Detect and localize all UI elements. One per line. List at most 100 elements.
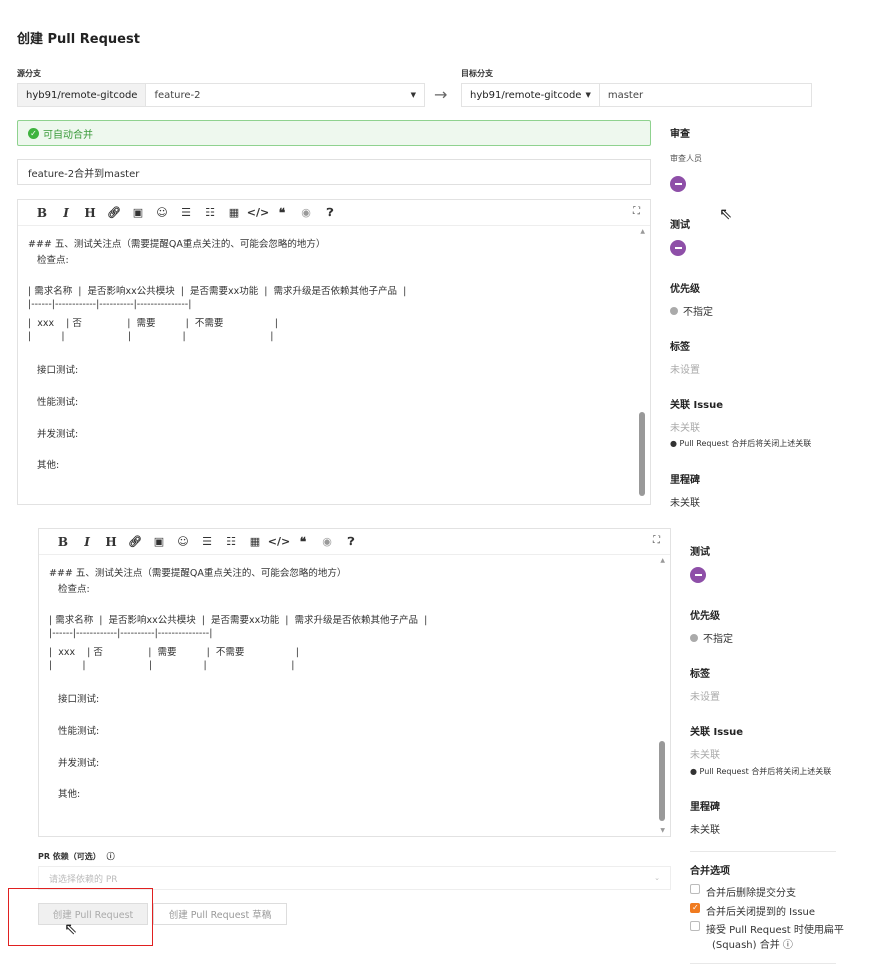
checkbox[interactable] <box>690 884 700 894</box>
link-icon[interactable]: 🔗︎ <box>102 206 126 219</box>
link-icon[interactable]: 🔗︎ <box>123 535 147 548</box>
option-delete-branch[interactable]: 合并后删除提交分支 <box>690 884 796 899</box>
preview-eye-icon[interactable]: ◉ <box>315 535 339 548</box>
editor-content[interactable]: ▲ ▼ ### 五、测试关注点（需要提醒QA重点关注的、可能会忽略的地方） 检查… <box>39 555 670 836</box>
divider <box>690 963 836 964</box>
dependency-label: PR 依赖（可选） ⓘ <box>38 852 115 861</box>
create-draft-button[interactable]: 创建 Pull Request 草稿 <box>153 903 287 925</box>
help-icon[interactable]: ❓︎ <box>339 535 363 549</box>
editor-line: 接口测试: <box>49 694 100 706</box>
ordered-list-icon[interactable]: ☷ <box>219 535 243 548</box>
priority-dot-icon <box>670 306 678 315</box>
editor-line: |------|------------|----------|--------… <box>49 628 213 640</box>
scroll-up-arrow[interactable]: ▲ <box>660 557 665 564</box>
code-icon[interactable]: </> <box>246 206 270 219</box>
editor-scrollbar[interactable] <box>659 741 665 821</box>
ordered-list-icon[interactable]: ☷ <box>198 206 222 219</box>
help-circle-icon[interactable]: ⓘ <box>783 940 793 951</box>
code-icon[interactable]: </> <box>267 535 291 548</box>
editor-line: | 需求名称 | 是否影响xx公共模块 | 是否需要xx功能 | 需求升级是否依… <box>28 286 407 298</box>
dependency-select[interactable]: 请选择依赖的 PR ⌄ <box>38 866 671 890</box>
labels-title: 标签 <box>690 669 710 680</box>
description-editor[interactable]: B I H 🔗︎ ▣ ☺ ☰ ☷ ▦ </> ❝ ◉ ❓︎ ⛶ ▲ ### 五、… <box>17 199 651 505</box>
editor-scrollbar[interactable] <box>639 412 645 496</box>
heading-button[interactable]: H <box>78 206 102 220</box>
source-branch-dropdown[interactable]: feature-2 ▼ <box>146 84 424 106</box>
emoji-icon[interactable]: ☺ <box>150 206 174 219</box>
milestone-title: 里程碑 <box>670 475 700 486</box>
merge-options-title: 合并选项 <box>690 866 730 877</box>
image-icon[interactable]: ▣ <box>147 535 171 548</box>
editor-content[interactable]: ▲ ### 五、测试关注点（需要提醒QA重点关注的、可能会忽略的地方） 检查点:… <box>18 226 650 504</box>
arrow-right-icon: → <box>434 85 448 104</box>
highlight-box <box>8 888 153 946</box>
editor-line: ### 五、测试关注点（需要提醒QA重点关注的、可能会忽略的地方） <box>49 568 347 579</box>
labels-value[interactable]: 未设置 <box>690 688 720 703</box>
bullet-list-icon[interactable]: ☰ <box>174 206 198 219</box>
merge-status-banner: ✓ 可自动合并 <box>17 120 651 146</box>
editor-line: | xxx | 否 | 需要 | 不需要 | <box>49 647 299 658</box>
bold-button[interactable]: B <box>30 206 54 220</box>
help-icon[interactable]: ❓︎ <box>318 206 342 220</box>
priority-title: 优先级 <box>670 284 700 295</box>
scroll-up-arrow[interactable]: ▲ <box>640 228 645 235</box>
priority-title: 优先级 <box>690 611 720 622</box>
check-circle-icon: ✓ <box>28 127 39 139</box>
source-branch-value: feature-2 <box>154 89 201 101</box>
dependency-placeholder: 请选择依赖的 PR <box>49 874 118 885</box>
reviewer-add-avatar[interactable] <box>670 176 686 192</box>
priority-select[interactable]: 不指定 <box>690 630 733 645</box>
quote-icon[interactable]: ❝ <box>270 206 294 220</box>
milestone-value[interactable]: 未关联 <box>690 821 720 836</box>
target-repo-dropdown[interactable]: hyb91/remote-gitcode ▼ <box>462 84 600 106</box>
heading-button[interactable]: H <box>99 535 123 549</box>
editor-line: 检查点: <box>28 254 69 266</box>
mouse-cursor-icon: ⇖ <box>719 204 733 223</box>
target-branch-value[interactable]: master <box>600 84 811 106</box>
option-squash[interactable]: 接受 Pull Request 时使用扁平 (Squash) 合并 ⓘ <box>690 921 844 951</box>
source-repo[interactable]: hyb91/remote-gitcode <box>18 84 147 106</box>
bullet-list-icon[interactable]: ☰ <box>195 535 219 548</box>
quote-icon[interactable]: ❝ <box>291 535 315 549</box>
italic-button[interactable]: I <box>75 535 99 549</box>
tester-add-avatar[interactable] <box>670 240 686 256</box>
table-icon[interactable]: ▦ <box>243 535 267 548</box>
help-circle-icon[interactable]: ⓘ <box>107 852 115 861</box>
milestone-value[interactable]: 未关联 <box>670 494 700 509</box>
editor-line: | | | | | <box>28 330 274 342</box>
pr-title-input[interactable]: feature-2合并到master <box>17 159 651 185</box>
source-branch-select[interactable]: hyb91/remote-gitcode feature-2 ▼ <box>17 83 425 107</box>
scroll-down-arrow[interactable]: ▼ <box>660 827 665 834</box>
editor-line: 并发测试: <box>49 757 100 769</box>
fullscreen-icon[interactable]: ⛶ <box>633 206 640 217</box>
fullscreen-icon[interactable]: ⛶ <box>653 535 660 546</box>
target-branch-select[interactable]: hyb91/remote-gitcode ▼ master <box>461 83 812 107</box>
target-repo: hyb91/remote-gitcode <box>470 89 582 101</box>
bold-button[interactable]: B <box>51 535 75 549</box>
preview-eye-icon[interactable]: ◉ <box>294 206 318 219</box>
labels-title: 标签 <box>670 342 690 353</box>
description-editor-zoomed[interactable]: B I H 🔗︎ ▣ ☺ ☰ ☷ ▦ </> ❝ ◉ ❓︎ ⛶ ▲ ▼ ### … <box>38 528 671 837</box>
checkbox-checked[interactable] <box>690 903 700 913</box>
issue-value[interactable]: 未关联 <box>690 746 720 761</box>
editor-line: | 需求名称 | 是否影响xx公共模块 | 是否需要xx功能 | 需求升级是否依… <box>49 615 428 627</box>
issue-title: 关联 Issue <box>670 400 724 411</box>
editor-line: ### 五、测试关注点（需要提醒QA重点关注的、可能会忽略的地方） <box>28 239 326 250</box>
tester-add-avatar[interactable] <box>690 567 706 583</box>
priority-value: 不指定 <box>683 307 713 318</box>
italic-button[interactable]: I <box>54 206 78 220</box>
checkbox[interactable] <box>690 921 700 931</box>
labels-value[interactable]: 未设置 <box>670 361 700 376</box>
editor-toolbar: B I H 🔗︎ ▣ ☺ ☰ ☷ ▦ </> ❝ ◉ ❓︎ ⛶ <box>18 200 650 226</box>
table-icon[interactable]: ▦ <box>222 206 246 219</box>
chevron-down-icon: ⌄ <box>654 874 660 882</box>
info-icon: ● <box>670 439 680 448</box>
reviewers-label: 审查人员 <box>670 154 702 163</box>
priority-select[interactable]: 不指定 <box>670 303 713 318</box>
option-close-issue[interactable]: 合并后关闭提到的 Issue <box>690 903 815 918</box>
issue-note: ● Pull Request 合并后将关闭上述关联 <box>670 439 812 448</box>
editor-line: 检查点: <box>49 583 90 595</box>
image-icon[interactable]: ▣ <box>126 206 150 219</box>
emoji-icon[interactable]: ☺ <box>171 535 195 548</box>
issue-value[interactable]: 未关联 <box>670 419 700 434</box>
